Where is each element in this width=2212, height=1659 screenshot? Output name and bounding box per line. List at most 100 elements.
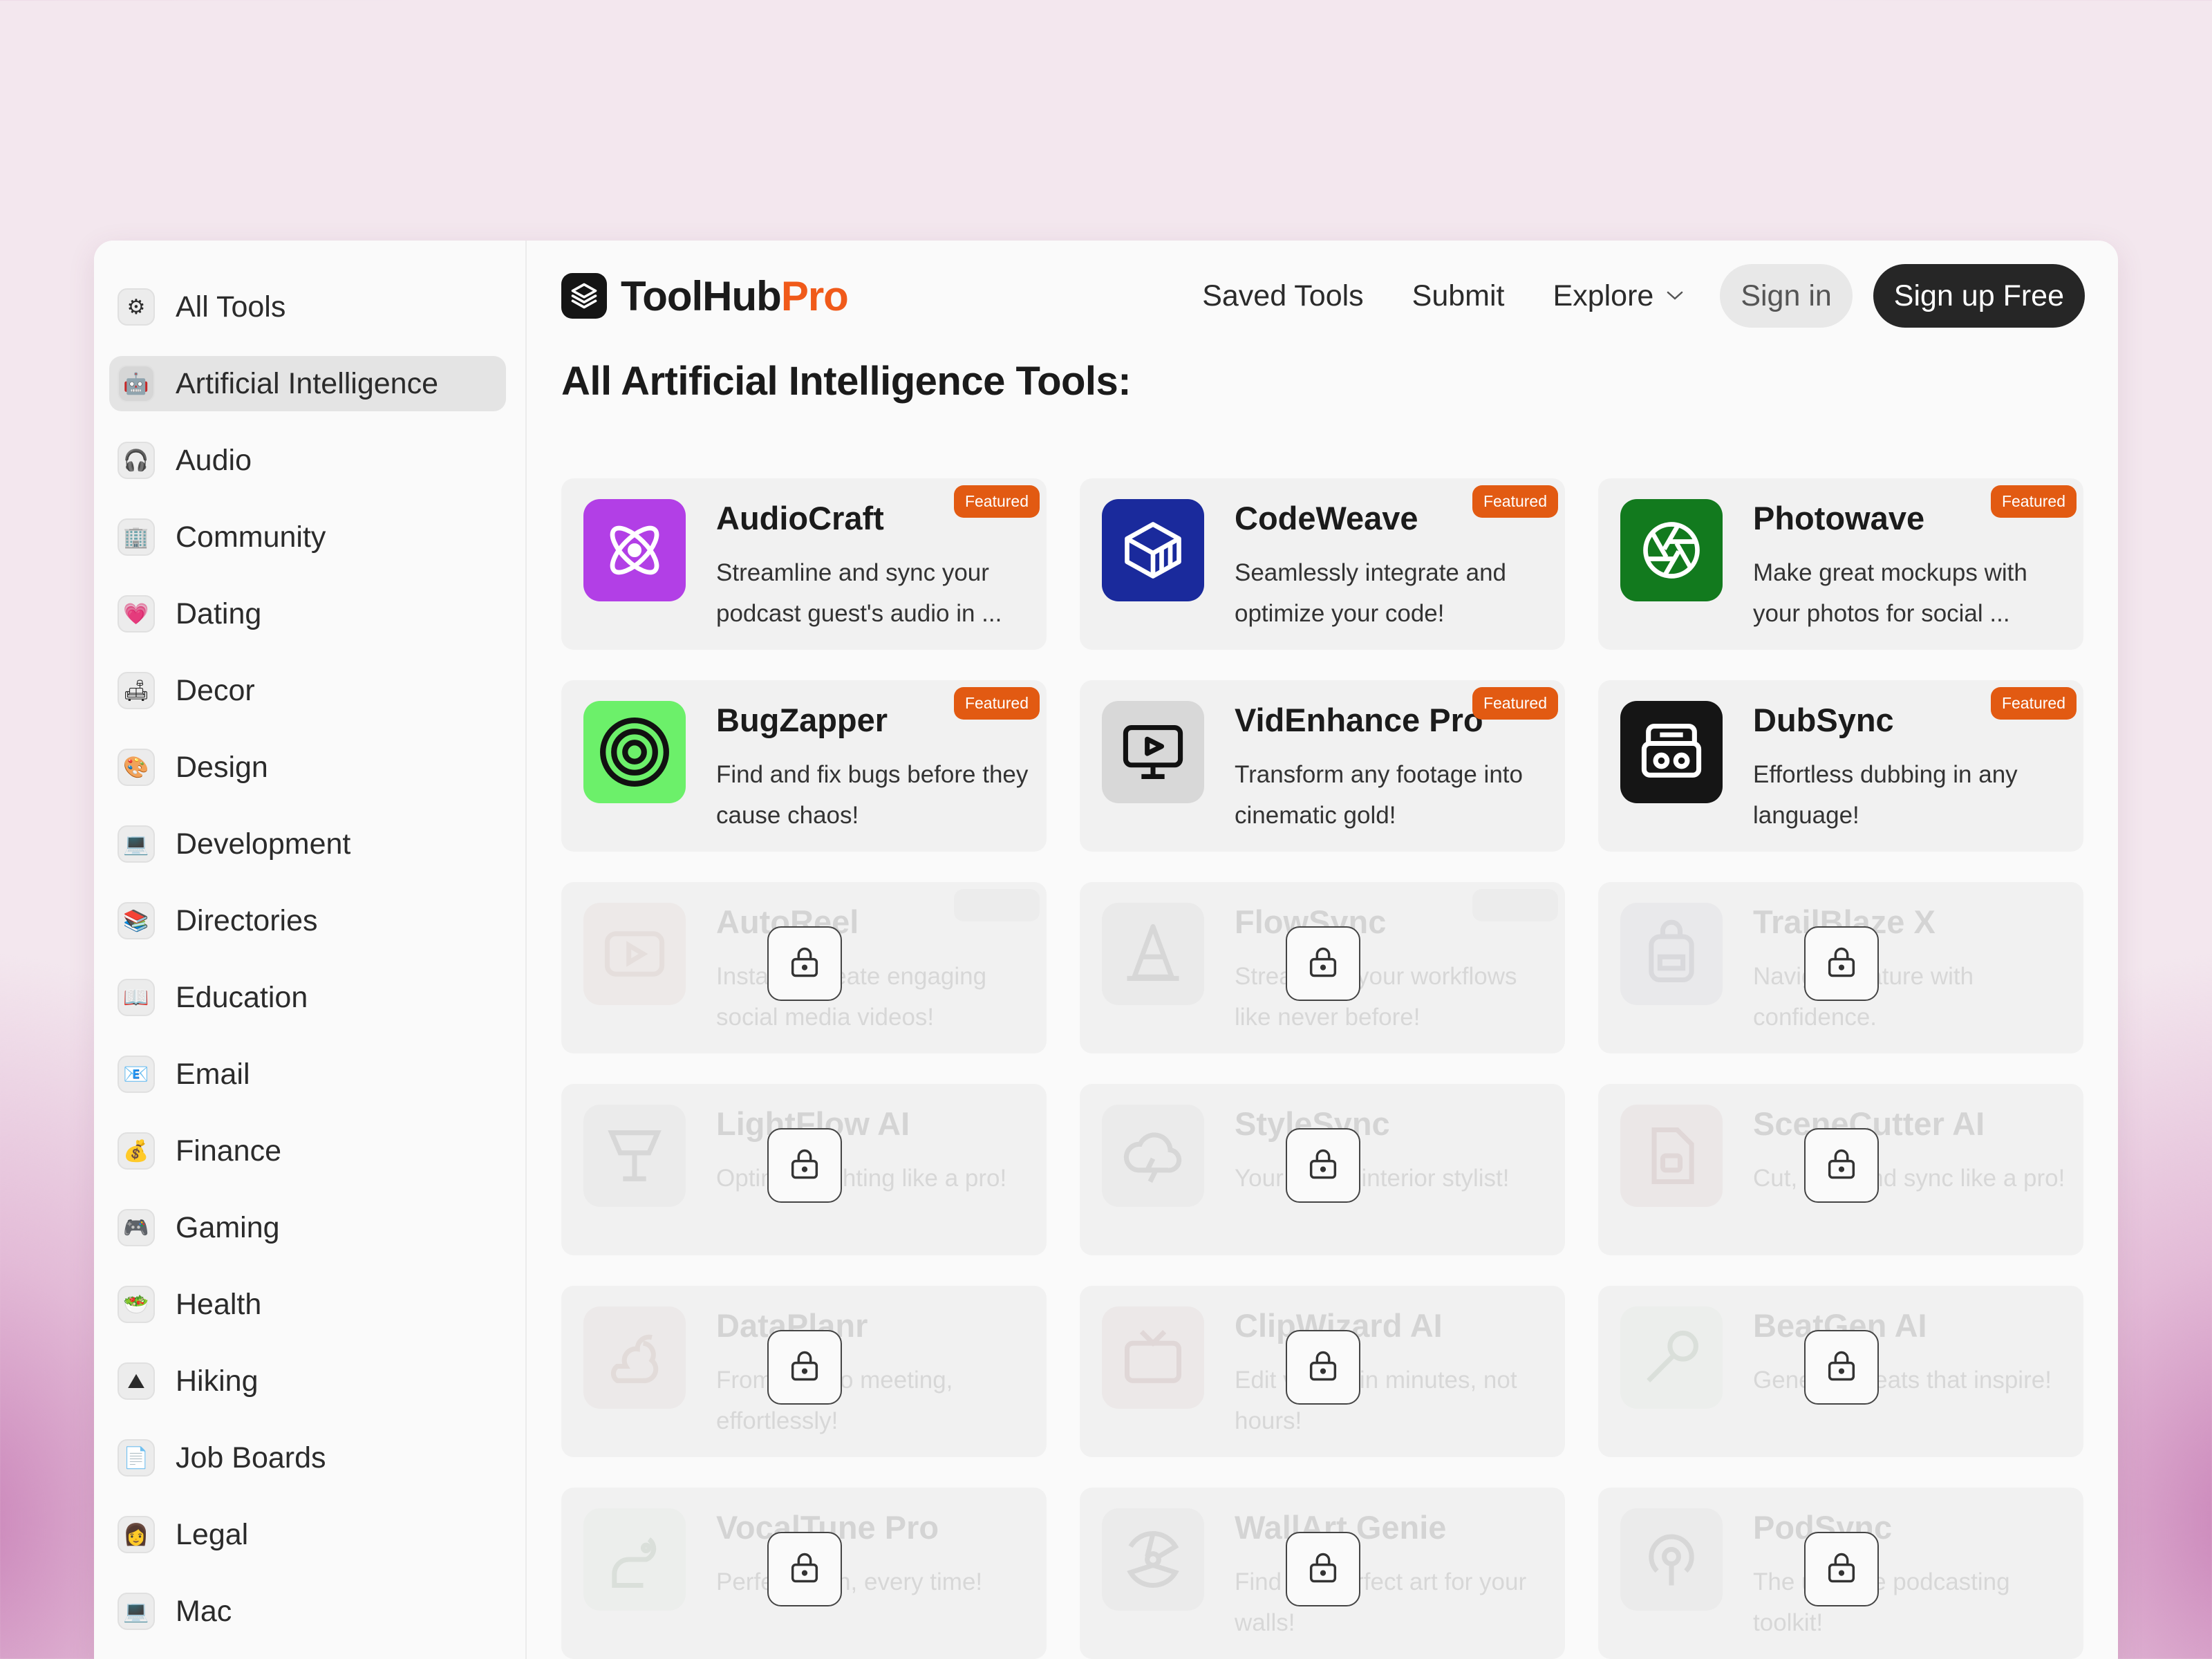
- tool-description: Streamline your workflows like never bef…: [1235, 963, 1517, 1031]
- sidebar-item-label: Community: [176, 520, 326, 554]
- sidebar-item-finance[interactable]: 💰 Finance: [109, 1123, 506, 1179]
- tool-description: Find and fix bugs before they cause chao…: [716, 761, 1029, 829]
- featured-badge: Featured: [1990, 687, 2077, 720]
- play-icon: [583, 903, 686, 1005]
- sidebar-item-design[interactable]: 🎨 Design: [109, 740, 506, 795]
- nav-submit[interactable]: Submit: [1412, 279, 1505, 313]
- tool-card[interactable]: WallArt Genie Find the perfect art for yo…: [1080, 1488, 1565, 1659]
- podcast-icon: [1620, 1508, 1723, 1611]
- nav-explore-dropdown[interactable]: Explore: [1553, 279, 1685, 313]
- main-content: ToolHubPro Saved Tools Submit Explore Si…: [527, 241, 2118, 1659]
- tool-name: DataPlanr: [716, 1307, 868, 1344]
- tool-card[interactable]: SceneCutter AI Cut, edit, and sync like a…: [1598, 1084, 2083, 1255]
- unlock-button[interactable]: [1804, 926, 1879, 1001]
- sidebar-item-label: Legal: [176, 1517, 249, 1551]
- tool-card-body: ClipWizard AI Edit videos in minutes, not…: [1235, 1306, 1543, 1436]
- tool-name: WallArt Genie: [1235, 1509, 1447, 1546]
- unlock-button[interactable]: [767, 926, 842, 1001]
- tool-card[interactable]: FlowSync Streamline your workflows like n…: [1080, 882, 1565, 1053]
- app-window: ⚙ All Tools 🤖 Artificial Intelligence 🎧 Audio…: [94, 241, 2118, 1659]
- tool-card[interactable]: StyleSync Your virtual interior stylist!: [1080, 1084, 1565, 1255]
- sidebar-item-gaming[interactable]: 🎮 Gaming: [109, 1200, 506, 1255]
- logo-text: ToolHubPro: [621, 272, 849, 319]
- sidebar-item-hiking[interactable]: ⛰ Hiking: [109, 1353, 506, 1409]
- boombox-icon: [1620, 701, 1723, 803]
- unlock-button[interactable]: [1804, 1128, 1879, 1203]
- tool-card[interactable]: DataPlanr From data to meeting, effortles…: [561, 1286, 1047, 1457]
- tool-description: Effortless dubbing in any language!: [1753, 761, 2018, 829]
- hiking-icon: ⛰: [118, 1362, 155, 1400]
- sidebar-item-development[interactable]: 💻 Development: [109, 816, 506, 872]
- sidebar-item-label: Audio: [176, 443, 252, 477]
- unlock-button[interactable]: [767, 1532, 842, 1606]
- sign-up-button[interactable]: Sign up Free: [1873, 264, 2085, 328]
- tool-card[interactable]: BeatGen AI Generate beats that inspire!: [1598, 1286, 2083, 1457]
- tool-description: Transform any footage into cinematic gol…: [1235, 761, 1523, 829]
- unlock-button[interactable]: [1804, 1330, 1879, 1405]
- tool-card[interactable]: TrailBlaze X Navigate nature with confide…: [1598, 882, 2083, 1053]
- sidebar-item-community[interactable]: 🏢 Community: [109, 509, 506, 565]
- unlock-button[interactable]: [767, 1128, 842, 1203]
- sidebar-item-dating[interactable]: 💗 Dating: [109, 586, 506, 641]
- lock-icon: [1305, 1550, 1341, 1589]
- sidebar-item-mac[interactable]: 💻 Mac: [109, 1584, 506, 1639]
- tool-card[interactable]: CodeWeave Seamlessly integrate and optimi…: [1080, 478, 1565, 650]
- cone-icon: [1102, 903, 1204, 1005]
- unlock-button[interactable]: [1286, 1532, 1360, 1606]
- featured-badge: Featured: [953, 485, 1040, 518]
- sidebar-item-legal[interactable]: 👩 Legal: [109, 1507, 506, 1562]
- sidebar-item-label: Email: [176, 1057, 250, 1091]
- featured-badge: Featured: [1472, 485, 1558, 518]
- tool-card[interactable]: LightFlow AI Optimize lighting like a pro…: [561, 1084, 1047, 1255]
- sidebar-item-education[interactable]: 📖 Education: [109, 970, 506, 1025]
- tool-card-body: DataPlanr From data to meeting, effortles…: [716, 1306, 1024, 1436]
- lock-icon: [1824, 944, 1859, 984]
- tool-card[interactable]: AudioCraft Streamline and sync your podca…: [561, 478, 1047, 650]
- tool-card[interactable]: PodSync The ultimate podcasting toolkit!: [1598, 1488, 2083, 1659]
- tool-card[interactable]: VidEnhance Pro Transform any footage into…: [1080, 680, 1565, 852]
- sidebar-item-decor[interactable]: 🛋 Decor: [109, 663, 506, 718]
- lock-icon: [787, 944, 823, 984]
- aperture-icon: [1620, 499, 1723, 601]
- tool-name: SceneCutter AI: [1753, 1105, 1985, 1142]
- design-icon: 🎨: [118, 749, 155, 786]
- unlock-button[interactable]: [767, 1330, 842, 1405]
- tool-card-body: CodeWeave Seamlessly integrate and optimi…: [1235, 499, 1543, 629]
- sidebar-item-label: Hiking: [176, 1364, 259, 1398]
- unlock-button[interactable]: [1286, 1128, 1360, 1203]
- tool-description: Navigate nature with confidence.: [1753, 963, 1974, 1031]
- layers-icon: [561, 273, 607, 319]
- sidebar-item-health[interactable]: 🥗 Health: [109, 1277, 506, 1332]
- unlock-button[interactable]: [1804, 1532, 1879, 1606]
- tool-card[interactable]: AutoReel Instantly create engaging social…: [561, 882, 1047, 1053]
- health-icon: 🥗: [118, 1286, 155, 1323]
- sign-in-button[interactable]: Sign in: [1720, 264, 1853, 328]
- tool-description: Your virtual interior stylist!: [1235, 1165, 1510, 1192]
- lock-icon: [1824, 1348, 1859, 1387]
- mac-icon: 💻: [118, 1593, 155, 1630]
- tool-card[interactable]: DubSync Effortless dubbing in any languag…: [1598, 680, 2083, 852]
- nav-saved-tools[interactable]: Saved Tools: [1202, 279, 1363, 313]
- sidebar-item-email[interactable]: 📧 Email: [109, 1047, 506, 1102]
- unlock-button[interactable]: [1286, 926, 1360, 1001]
- sidebar-item-audio[interactable]: 🎧 Audio: [109, 433, 506, 488]
- sidebar-item-all-tools[interactable]: ⚙ All Tools: [109, 279, 506, 335]
- tool-name: LightFlow AI: [716, 1105, 910, 1142]
- tool-card[interactable]: ClipWizard AI Edit videos in minutes, not…: [1080, 1286, 1565, 1457]
- lock-icon: [787, 1550, 823, 1589]
- lock-icon: [787, 1348, 823, 1387]
- tool-card[interactable]: Photowave Make great mockups with your ph…: [1598, 478, 2083, 650]
- sidebar-item-label: Mac: [176, 1594, 232, 1628]
- sidebar-item-job-boards[interactable]: 📄 Job Boards: [109, 1430, 506, 1485]
- audio-icon: 🎧: [118, 442, 155, 479]
- logo[interactable]: ToolHubPro: [561, 272, 849, 320]
- sidebar-item-label: Job Boards: [176, 1441, 326, 1474]
- tool-card[interactable]: BugZapper Find and fix bugs before they c…: [561, 680, 1047, 852]
- tool-name: StyleSync: [1235, 1105, 1390, 1142]
- tool-card-body: AudioCraft Streamline and sync your podca…: [716, 499, 1024, 629]
- sidebar-item-directories[interactable]: 📚 Directories: [109, 893, 506, 948]
- tool-card[interactable]: VocalTune Pro Perfect pitch, every time!: [561, 1488, 1047, 1659]
- sidebar-item-artificial-intelligence[interactable]: 🤖 Artificial Intelligence: [109, 356, 506, 411]
- tool-card-body: DubSync Effortless dubbing in any languag…: [1753, 701, 2061, 831]
- unlock-button[interactable]: [1286, 1330, 1360, 1405]
